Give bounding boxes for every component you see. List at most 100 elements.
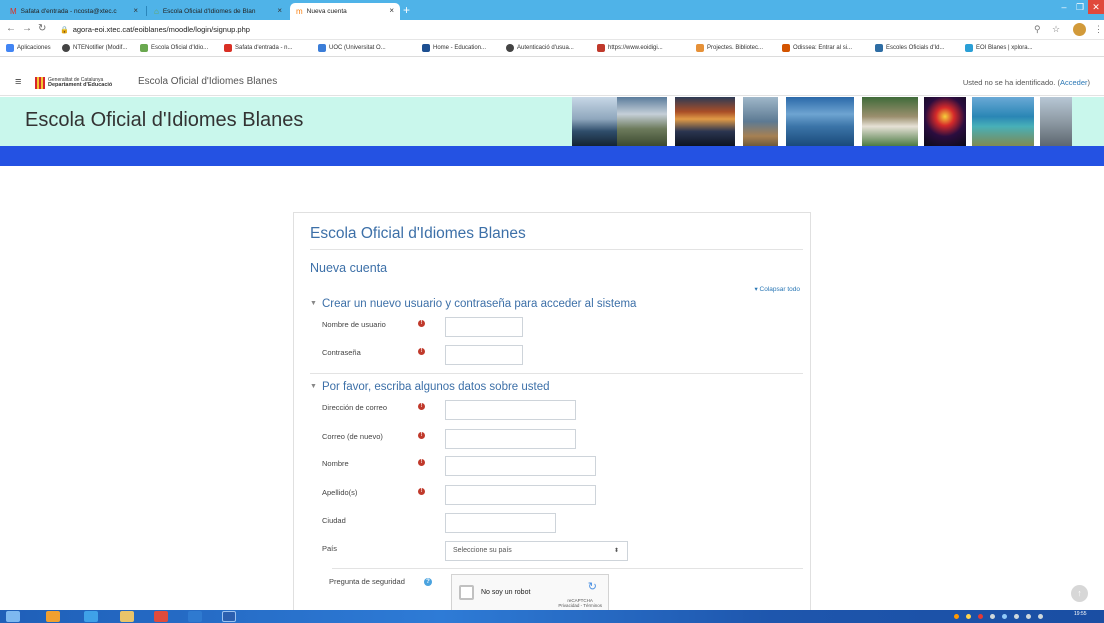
tray-icon[interactable] (978, 614, 983, 619)
taskbar-clock[interactable]: 19:55 (1074, 611, 1087, 617)
photo-fireworks (924, 97, 966, 146)
star-icon[interactable]: ☆ (1052, 24, 1060, 35)
page-header: Escola Oficial d'Idiomes Blanes (0, 97, 1104, 146)
site-icon: ⌂ (154, 7, 159, 16)
word-icon[interactable] (222, 611, 236, 622)
recaptcha-widget: No soy un robot ↻ reCAPTCHA Privacidad -… (451, 574, 609, 611)
bookmark-item[interactable]: EOI Blanes | xplora... (965, 44, 1033, 52)
profile-avatar[interactable] (1073, 23, 1086, 36)
firefox-icon[interactable] (46, 611, 60, 622)
bookmark-item[interactable]: Odissea: Entrar al si... (782, 44, 852, 52)
close-icon[interactable]: × (389, 6, 394, 15)
section-details-header[interactable]: ▼ Por favor, escriba algunos datos sobre … (310, 381, 550, 393)
globe-icon (506, 44, 514, 52)
email-input[interactable] (445, 400, 576, 420)
required-icon: ! (418, 459, 425, 466)
network-icon[interactable] (1026, 614, 1031, 619)
bookmark-item[interactable]: https://www.eoidigi... (597, 44, 663, 52)
tab-label: Nueva cuenta (306, 8, 347, 15)
url-field[interactable]: 🔒 agora-eoi.xtec.cat/eoiblanes/moodle/log… (60, 25, 250, 34)
signup-card: Escola Oficial d'Idiomes Blanes Nueva cu… (293, 212, 811, 611)
gencat-line2: Departament d'Educació (48, 82, 113, 88)
hamburger-menu-icon[interactable]: ≡ (15, 76, 21, 88)
scroll-to-top-button[interactable]: ↑ (1071, 585, 1088, 602)
library-icon (696, 44, 704, 52)
lastname-input[interactable] (445, 485, 596, 505)
tab-gmail[interactable]: M Safata d'entrada - ncosta@xtec.c × (4, 3, 144, 20)
city-label: Ciudad (322, 516, 346, 525)
windows-start-icon[interactable] (6, 611, 20, 622)
close-icon[interactable]: × (277, 6, 282, 15)
login-link[interactable]: Acceder (1060, 78, 1088, 87)
forward-icon[interactable]: → (22, 23, 32, 34)
tray-icon[interactable] (1002, 614, 1007, 619)
bookmark-apps[interactable]: Aplicaciones (6, 44, 51, 52)
firstname-input[interactable] (445, 456, 596, 476)
divider (310, 373, 803, 374)
collapse-all-link[interactable]: ▾ Colapsar todo (754, 285, 800, 293)
back-icon[interactable]: ← (6, 23, 16, 34)
bookmark-item[interactable]: UOC (Universitat O... (318, 44, 386, 52)
new-tab-button[interactable]: + (403, 3, 410, 17)
email-label: Dirección de correo (322, 403, 388, 412)
menu-dots-icon[interactable]: ⋮ (1094, 24, 1103, 35)
moodle-icon: m (296, 7, 303, 16)
caret-down-icon: ▼ (310, 383, 317, 391)
site-name-link[interactable]: Escola Oficial d'Idiomes Blanes (138, 76, 277, 87)
section-account-header[interactable]: ▼ Crear un nuevo usuario y contraseña par… (310, 298, 636, 310)
required-icon: ! (418, 348, 425, 355)
bookmark-item[interactable]: Escola Oficial d'Idio... (140, 44, 208, 52)
site-icon (140, 44, 148, 52)
recaptcha-label: No soy un robot (481, 589, 531, 596)
globe-icon (62, 44, 70, 52)
battery-icon[interactable] (1038, 614, 1043, 619)
tray-icon[interactable] (990, 614, 995, 619)
bookmark-item[interactable]: Home - Education... (422, 44, 486, 52)
ie-icon[interactable] (84, 611, 98, 622)
close-icon[interactable]: × (133, 6, 138, 15)
tab-escola[interactable]: ⌂ Escola Oficial d'Idiomes de Blan × (148, 3, 288, 20)
bookmark-item[interactable]: Autenticació d'usua... (506, 44, 574, 52)
city-input[interactable] (445, 513, 556, 533)
required-icon: ! (418, 488, 425, 495)
recaptcha-links[interactable]: Privacidad - Términos (558, 603, 602, 608)
photo-harbour (743, 97, 778, 146)
bookmark-item[interactable]: Safata d'entrada - n... (224, 44, 293, 52)
username-input[interactable] (445, 317, 523, 337)
photo-sea (786, 97, 854, 146)
gencat-logo[interactable]: Generalitat de Catalunya Departament d'E… (35, 77, 112, 89)
maximize-icon[interactable]: ❐ (1072, 0, 1088, 14)
photo-cove (972, 97, 1034, 146)
chrome-icon[interactable] (154, 611, 168, 622)
login-info: Usted no se ha identificado. (Acceder) (962, 78, 1090, 87)
folder-icon[interactable] (120, 611, 134, 622)
photo-town (1040, 97, 1072, 146)
divider (332, 568, 803, 569)
tray-icon[interactable] (954, 614, 959, 619)
firstname-label: Nombre (322, 459, 349, 468)
password-input[interactable] (445, 345, 523, 365)
security-question-label: Pregunta de seguridad (329, 577, 405, 586)
catalan-flag-icon (35, 77, 45, 89)
bookmark-item[interactable]: Projectes. Bibliotec... (696, 44, 763, 52)
window-close-icon[interactable]: ✕ (1088, 0, 1104, 14)
volume-icon[interactable] (1014, 614, 1019, 619)
windows-taskbar: 19:55 (0, 610, 1104, 623)
email-confirm-input[interactable] (445, 429, 576, 449)
minimize-icon[interactable]: – (1056, 0, 1072, 14)
education-icon (422, 44, 430, 52)
bookmark-item[interactable]: NTENotifier (Modif... (62, 44, 127, 52)
reload-icon[interactable]: ↻ (38, 23, 46, 34)
tray-icon[interactable] (966, 614, 971, 619)
zoom-icon[interactable]: ⚲ (1034, 24, 1041, 35)
country-select[interactable]: Seleccione su país ⬍ (445, 541, 628, 561)
tab-nueva-cuenta[interactable]: m Nueva cuenta × (290, 3, 400, 20)
bookmark-item[interactable]: Escoles Oficials d'Id... (875, 44, 945, 52)
address-bar: ← → ↻ 🔒 agora-eoi.xtec.cat/eoiblanes/mood… (0, 20, 1104, 40)
edge-icon[interactable] (188, 611, 202, 622)
lastname-label: Apellido(s) (322, 488, 358, 497)
recaptcha-checkbox[interactable] (459, 585, 474, 600)
help-icon[interactable]: ? (424, 578, 432, 586)
browser-tab-bar: M Safata d'entrada - ncosta@xtec.c × ⌂ E… (0, 0, 1104, 20)
page-subtitle: Nueva cuenta (310, 261, 388, 275)
